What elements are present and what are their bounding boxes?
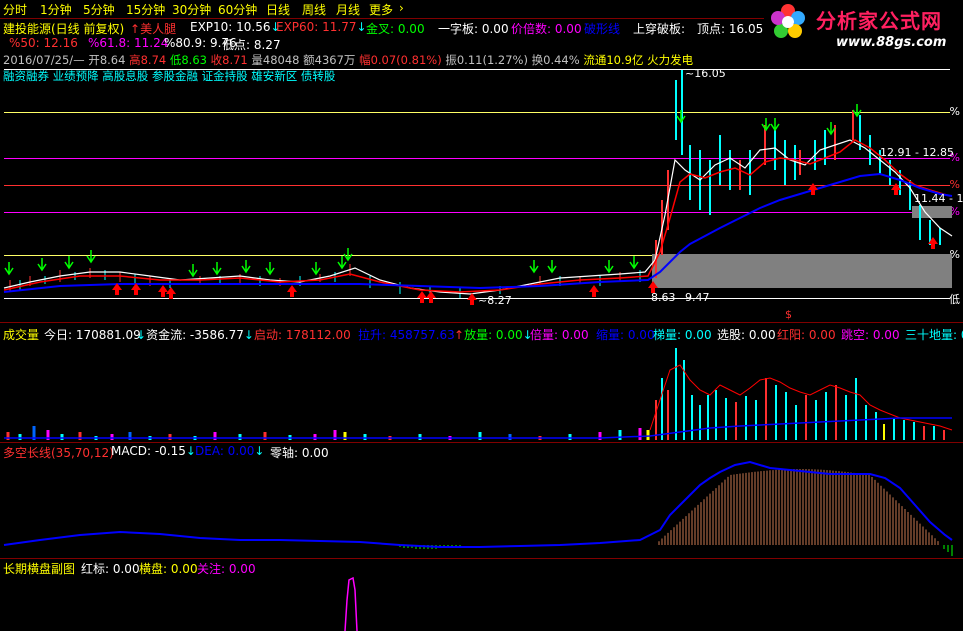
sub3-chart bbox=[344, 576, 358, 631]
hengpan-spike bbox=[344, 576, 358, 631]
